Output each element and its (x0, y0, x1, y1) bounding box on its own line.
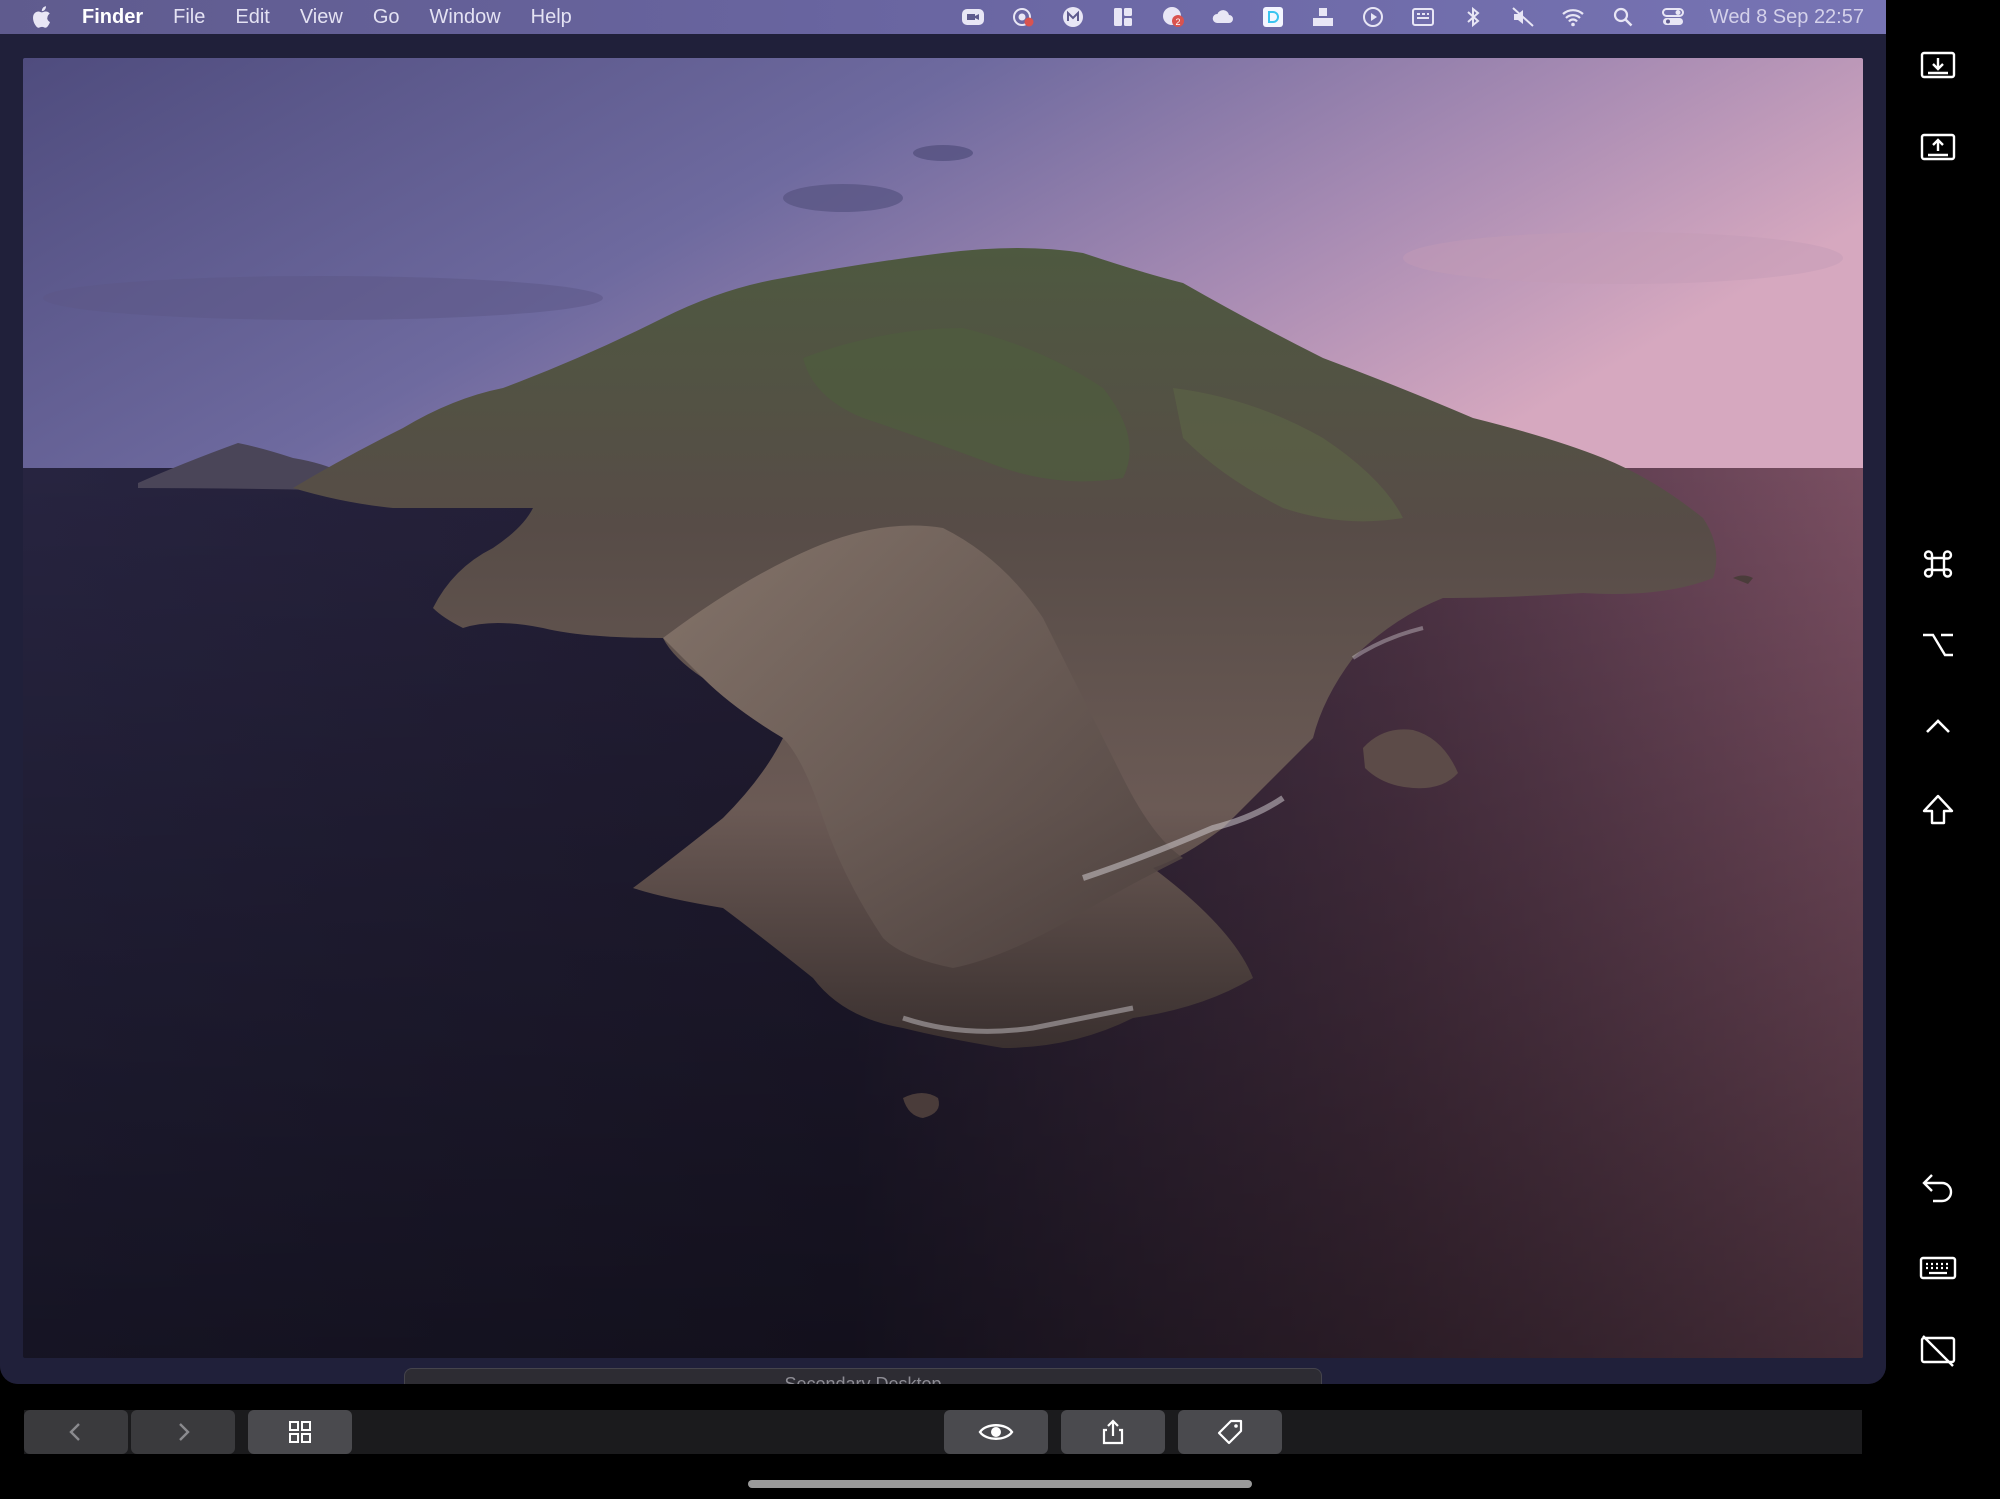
dock-share-icon[interactable] (1311, 6, 1335, 28)
back-button[interactable] (24, 1410, 128, 1454)
quick-look-icon (978, 1424, 1014, 1440)
desktop-wallpaper (23, 58, 1863, 1358)
keyboard-status-icon[interactable] (1411, 6, 1435, 28)
quick-look-button[interactable] (944, 1410, 1048, 1454)
m-app-icon[interactable] (1061, 6, 1085, 28)
control-center-icon[interactable] (1661, 6, 1685, 28)
menu-edit[interactable]: Edit (235, 6, 269, 29)
share-icon (1102, 1419, 1124, 1445)
disconnect-display-icon[interactable] (1908, 1320, 1968, 1380)
d-app-icon[interactable] (1261, 6, 1285, 28)
menu-window[interactable]: Window (430, 6, 501, 29)
screen-record-icon[interactable] (1011, 6, 1035, 28)
menu-file[interactable]: File (173, 6, 205, 29)
zoom-icon[interactable] (961, 6, 985, 28)
forward-button[interactable] (131, 1410, 235, 1454)
menu-go[interactable]: Go (373, 6, 400, 29)
tag-button[interactable] (1178, 1410, 1282, 1454)
menu-bar: Finder File Edit View Go Window Help 2 W… (0, 0, 1886, 34)
menubar-clock[interactable]: Wed 8 Sep 22:57 (1710, 6, 1864, 29)
menu-app-name[interactable]: Finder (82, 6, 143, 29)
mute-icon[interactable] (1511, 6, 1535, 28)
back-icon (69, 1423, 80, 1441)
sidebar (1886, 0, 2000, 1499)
apple-icon[interactable] (30, 5, 52, 29)
download-screen-icon[interactable] (1908, 36, 1968, 96)
grid-view-icon (289, 1421, 311, 1443)
mac-screen: Finder File Edit View Go Window Help 2 W… (0, 0, 1886, 1384)
search-icon[interactable] (1611, 6, 1635, 28)
shift-key-icon[interactable] (1908, 780, 1968, 840)
space-label: Secondary Desktop (404, 1368, 1322, 1384)
tag-icon (1217, 1419, 1243, 1445)
menu-view[interactable]: View (300, 6, 343, 29)
undo-icon[interactable] (1908, 1156, 1968, 1216)
forward-icon (179, 1423, 190, 1441)
desktop-preview (0, 34, 1886, 1384)
upload-screen-icon[interactable] (1908, 118, 1968, 178)
play-icon[interactable] (1361, 6, 1385, 28)
notification-badge-icon[interactable]: 2 (1161, 6, 1185, 28)
menu-help[interactable]: Help (531, 6, 572, 29)
option-key-icon[interactable] (1908, 615, 1968, 675)
keyboard-icon[interactable] (1908, 1238, 1968, 1298)
share-button[interactable] (1061, 1410, 1165, 1454)
command-key-icon[interactable] (1908, 534, 1968, 594)
cloud-icon[interactable] (1211, 6, 1235, 28)
control-key-icon[interactable] (1908, 697, 1968, 757)
svg-text:2: 2 (1175, 17, 1180, 27)
home-indicator[interactable] (748, 1480, 1252, 1488)
wifi-icon[interactable] (1561, 6, 1585, 28)
bluetooth-icon[interactable] (1461, 6, 1485, 28)
layout-icon[interactable] (1111, 6, 1135, 28)
grid-view-button[interactable] (248, 1410, 352, 1454)
